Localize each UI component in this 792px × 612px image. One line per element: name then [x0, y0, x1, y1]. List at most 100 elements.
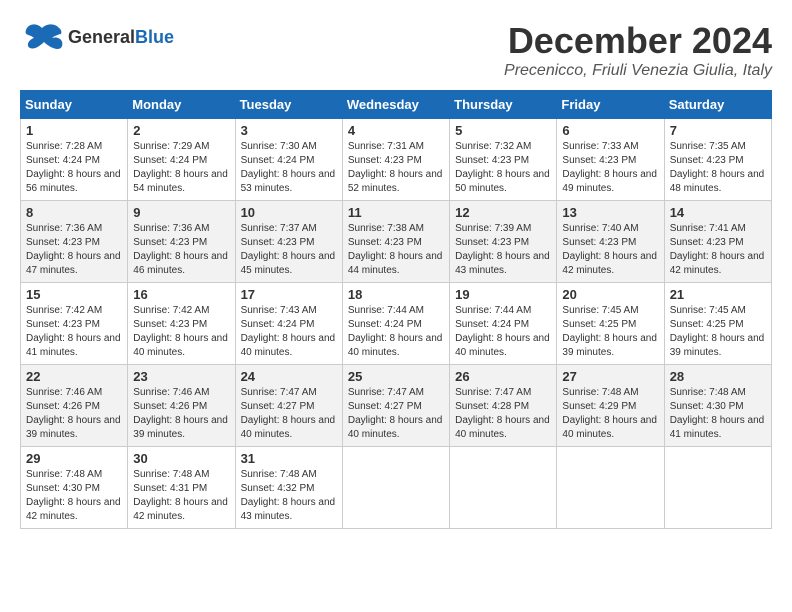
day-number: 13: [562, 205, 658, 220]
title-area: December 2024 Precenicco, Friuli Venezia…: [504, 20, 772, 80]
day-number: 15: [26, 287, 122, 302]
day-number: 3: [241, 123, 337, 138]
calendar-week-row: 8 Sunrise: 7:36 AM Sunset: 4:23 PM Dayli…: [21, 201, 772, 283]
day-info: Sunrise: 7:37 AM Sunset: 4:23 PM Dayligh…: [241, 222, 337, 278]
day-info: Sunrise: 7:48 AM Sunset: 4:32 PM Dayligh…: [241, 468, 337, 524]
day-number: 12: [455, 205, 551, 220]
calendar-week-row: 29 Sunrise: 7:48 AM Sunset: 4:30 PM Dayl…: [21, 447, 772, 529]
location-title: Precenicco, Friuli Venezia Giulia, Italy: [504, 62, 772, 80]
day-info: Sunrise: 7:38 AM Sunset: 4:23 PM Dayligh…: [348, 222, 444, 278]
day-info: Sunrise: 7:47 AM Sunset: 4:28 PM Dayligh…: [455, 386, 551, 442]
calendar-day-cell: [557, 447, 664, 529]
calendar-day-cell: 23 Sunrise: 7:46 AM Sunset: 4:26 PM Dayl…: [128, 365, 235, 447]
calendar-week-row: 1 Sunrise: 7:28 AM Sunset: 4:24 PM Dayli…: [21, 119, 772, 201]
calendar-day-cell: 15 Sunrise: 7:42 AM Sunset: 4:23 PM Dayl…: [21, 283, 128, 365]
calendar-day-cell: 18 Sunrise: 7:44 AM Sunset: 4:24 PM Dayl…: [342, 283, 449, 365]
day-info: Sunrise: 7:30 AM Sunset: 4:24 PM Dayligh…: [241, 140, 337, 196]
day-number: 8: [26, 205, 122, 220]
calendar-day-cell: 1 Sunrise: 7:28 AM Sunset: 4:24 PM Dayli…: [21, 119, 128, 201]
day-info: Sunrise: 7:44 AM Sunset: 4:24 PM Dayligh…: [348, 304, 444, 360]
day-info: Sunrise: 7:48 AM Sunset: 4:31 PM Dayligh…: [133, 468, 229, 524]
calendar-day-cell: 4 Sunrise: 7:31 AM Sunset: 4:23 PM Dayli…: [342, 119, 449, 201]
calendar-week-row: 22 Sunrise: 7:46 AM Sunset: 4:26 PM Dayl…: [21, 365, 772, 447]
calendar-day-cell: 31 Sunrise: 7:48 AM Sunset: 4:32 PM Dayl…: [235, 447, 342, 529]
day-number: 20: [562, 287, 658, 302]
calendar-body: 1 Sunrise: 7:28 AM Sunset: 4:24 PM Dayli…: [21, 119, 772, 529]
day-number: 11: [348, 205, 444, 220]
day-number: 5: [455, 123, 551, 138]
calendar-day-cell: 30 Sunrise: 7:48 AM Sunset: 4:31 PM Dayl…: [128, 447, 235, 529]
day-number: 9: [133, 205, 229, 220]
calendar-day-cell: 2 Sunrise: 7:29 AM Sunset: 4:24 PM Dayli…: [128, 119, 235, 201]
day-info: Sunrise: 7:32 AM Sunset: 4:23 PM Dayligh…: [455, 140, 551, 196]
day-info: Sunrise: 7:47 AM Sunset: 4:27 PM Dayligh…: [348, 386, 444, 442]
calendar-day-cell: 28 Sunrise: 7:48 AM Sunset: 4:30 PM Dayl…: [664, 365, 771, 447]
day-number: 25: [348, 369, 444, 384]
calendar-header-cell: Tuesday: [235, 91, 342, 119]
day-number: 14: [670, 205, 766, 220]
calendar-day-cell: 16 Sunrise: 7:42 AM Sunset: 4:23 PM Dayl…: [128, 283, 235, 365]
calendar-day-cell: 14 Sunrise: 7:41 AM Sunset: 4:23 PM Dayl…: [664, 201, 771, 283]
calendar-day-cell: 12 Sunrise: 7:39 AM Sunset: 4:23 PM Dayl…: [450, 201, 557, 283]
day-number: 1: [26, 123, 122, 138]
day-info: Sunrise: 7:28 AM Sunset: 4:24 PM Dayligh…: [26, 140, 122, 196]
logo-icon: [20, 20, 64, 56]
day-info: Sunrise: 7:33 AM Sunset: 4:23 PM Dayligh…: [562, 140, 658, 196]
day-info: Sunrise: 7:31 AM Sunset: 4:23 PM Dayligh…: [348, 140, 444, 196]
day-info: Sunrise: 7:43 AM Sunset: 4:24 PM Dayligh…: [241, 304, 337, 360]
day-info: Sunrise: 7:46 AM Sunset: 4:26 PM Dayligh…: [133, 386, 229, 442]
day-info: Sunrise: 7:36 AM Sunset: 4:23 PM Dayligh…: [133, 222, 229, 278]
day-info: Sunrise: 7:48 AM Sunset: 4:29 PM Dayligh…: [562, 386, 658, 442]
day-number: 30: [133, 451, 229, 466]
calendar-header-cell: Thursday: [450, 91, 557, 119]
day-info: Sunrise: 7:45 AM Sunset: 4:25 PM Dayligh…: [562, 304, 658, 360]
day-info: Sunrise: 7:48 AM Sunset: 4:30 PM Dayligh…: [26, 468, 122, 524]
day-number: 7: [670, 123, 766, 138]
month-title: December 2024: [504, 20, 772, 62]
header: GeneralBlue December 2024 Precenicco, Fr…: [20, 20, 772, 80]
logo: GeneralBlue: [20, 20, 174, 56]
calendar-header-cell: Monday: [128, 91, 235, 119]
day-info: Sunrise: 7:39 AM Sunset: 4:23 PM Dayligh…: [455, 222, 551, 278]
day-number: 31: [241, 451, 337, 466]
logo-blue: Blue: [135, 27, 174, 47]
day-info: Sunrise: 7:29 AM Sunset: 4:24 PM Dayligh…: [133, 140, 229, 196]
calendar-day-cell: 27 Sunrise: 7:48 AM Sunset: 4:29 PM Dayl…: [557, 365, 664, 447]
day-info: Sunrise: 7:48 AM Sunset: 4:30 PM Dayligh…: [670, 386, 766, 442]
calendar-day-cell: 7 Sunrise: 7:35 AM Sunset: 4:23 PM Dayli…: [664, 119, 771, 201]
day-number: 18: [348, 287, 444, 302]
calendar-day-cell: 17 Sunrise: 7:43 AM Sunset: 4:24 PM Dayl…: [235, 283, 342, 365]
day-number: 21: [670, 287, 766, 302]
day-number: 4: [348, 123, 444, 138]
day-number: 24: [241, 369, 337, 384]
day-number: 2: [133, 123, 229, 138]
calendar-header-cell: Sunday: [21, 91, 128, 119]
calendar-header-cell: Friday: [557, 91, 664, 119]
calendar-week-row: 15 Sunrise: 7:42 AM Sunset: 4:23 PM Dayl…: [21, 283, 772, 365]
calendar-day-cell: 21 Sunrise: 7:45 AM Sunset: 4:25 PM Dayl…: [664, 283, 771, 365]
day-info: Sunrise: 7:46 AM Sunset: 4:26 PM Dayligh…: [26, 386, 122, 442]
day-number: 19: [455, 287, 551, 302]
calendar-day-cell: 8 Sunrise: 7:36 AM Sunset: 4:23 PM Dayli…: [21, 201, 128, 283]
calendar-header-cell: Saturday: [664, 91, 771, 119]
calendar-day-cell: 22 Sunrise: 7:46 AM Sunset: 4:26 PM Dayl…: [21, 365, 128, 447]
calendar-day-cell: 5 Sunrise: 7:32 AM Sunset: 4:23 PM Dayli…: [450, 119, 557, 201]
calendar-day-cell: [450, 447, 557, 529]
day-info: Sunrise: 7:40 AM Sunset: 4:23 PM Dayligh…: [562, 222, 658, 278]
calendar-table: SundayMondayTuesdayWednesdayThursdayFrid…: [20, 90, 772, 529]
day-info: Sunrise: 7:42 AM Sunset: 4:23 PM Dayligh…: [133, 304, 229, 360]
day-number: 16: [133, 287, 229, 302]
calendar-day-cell: 6 Sunrise: 7:33 AM Sunset: 4:23 PM Dayli…: [557, 119, 664, 201]
day-info: Sunrise: 7:36 AM Sunset: 4:23 PM Dayligh…: [26, 222, 122, 278]
calendar-header-row: SundayMondayTuesdayWednesdayThursdayFrid…: [21, 91, 772, 119]
day-info: Sunrise: 7:44 AM Sunset: 4:24 PM Dayligh…: [455, 304, 551, 360]
day-number: 22: [26, 369, 122, 384]
calendar-day-cell: 26 Sunrise: 7:47 AM Sunset: 4:28 PM Dayl…: [450, 365, 557, 447]
calendar-day-cell: 24 Sunrise: 7:47 AM Sunset: 4:27 PM Dayl…: [235, 365, 342, 447]
day-info: Sunrise: 7:42 AM Sunset: 4:23 PM Dayligh…: [26, 304, 122, 360]
day-number: 6: [562, 123, 658, 138]
day-info: Sunrise: 7:47 AM Sunset: 4:27 PM Dayligh…: [241, 386, 337, 442]
day-info: Sunrise: 7:35 AM Sunset: 4:23 PM Dayligh…: [670, 140, 766, 196]
logo-general: General: [68, 27, 135, 47]
calendar-day-cell: 29 Sunrise: 7:48 AM Sunset: 4:30 PM Dayl…: [21, 447, 128, 529]
